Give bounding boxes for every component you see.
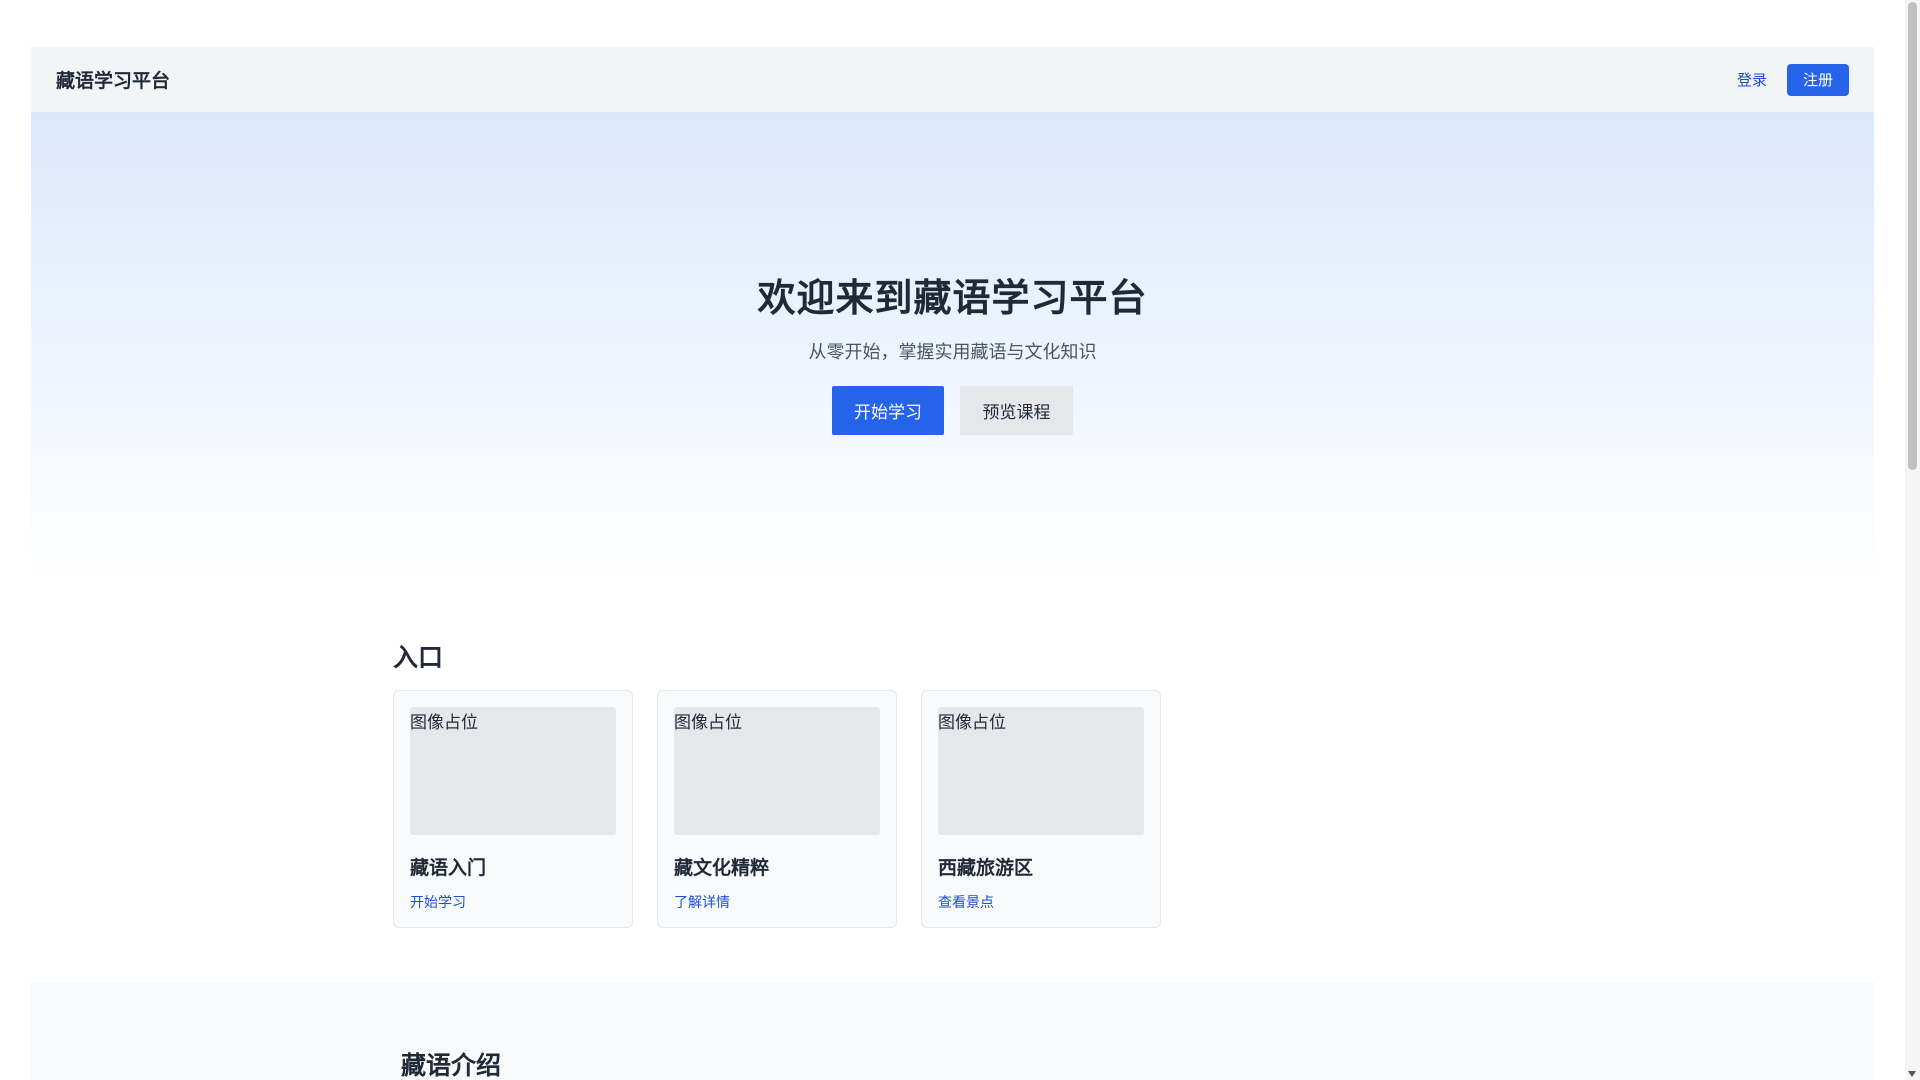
- hero-buttons: 开始学习 预览课程: [832, 386, 1073, 435]
- scroll-down-arrow-icon[interactable]: [1908, 1071, 1916, 1077]
- brand-logo-text[interactable]: 藏语学习平台: [56, 66, 170, 93]
- preview-course-button[interactable]: 预览课程: [960, 386, 1073, 435]
- entry-section-title: 入口: [393, 643, 444, 672]
- hero-title: 欢迎来到藏语学习平台: [757, 276, 1148, 320]
- card-title: 西藏旅游区: [938, 857, 1034, 879]
- card-link-learn-more[interactable]: 了解详情: [674, 892, 730, 912]
- card-title: 藏语入门: [410, 857, 487, 879]
- register-button[interactable]: 注册: [1786, 63, 1849, 96]
- start-learning-button[interactable]: 开始学习: [832, 386, 944, 435]
- entry-card-basics[interactable]: 图像占位 藏语入门 开始学习: [393, 690, 633, 928]
- scrollbar-thumb[interactable]: [1908, 2, 1917, 470]
- entry-card-culture[interactable]: 图像占位 藏文化精粹 了解详情: [657, 690, 897, 928]
- auth-actions: 登录 注册: [1737, 63, 1849, 96]
- entry-section: 入口 图像占位 藏语入门 开始学习 图像占位 藏文化精粹 了解详情 图像占位 西…: [393, 638, 1161, 928]
- hero-subtitle: 从零开始，掌握实用藏语与文化知识: [808, 342, 1097, 363]
- image-placeholder: 图像占位: [410, 707, 616, 835]
- login-link[interactable]: 登录: [1737, 69, 1767, 90]
- top-navbar: 藏语学习平台 登录 注册: [31, 47, 1874, 112]
- entry-cards: 图像占位 藏语入门 开始学习 图像占位 藏文化精粹 了解详情 图像占位 西藏旅游…: [393, 690, 1161, 928]
- image-placeholder: 图像占位: [674, 707, 880, 835]
- hero-section: 欢迎来到藏语学习平台 从零开始，掌握实用藏语与文化知识 开始学习 预览课程: [31, 112, 1874, 582]
- vertical-scrollbar[interactable]: [1905, 0, 1920, 1080]
- entry-card-tourism[interactable]: 图像占位 西藏旅游区 查看景点: [921, 690, 1161, 928]
- card-link-start-learning[interactable]: 开始学习: [410, 892, 466, 912]
- app-frame: 藏语学习平台 登录 注册 欢迎来到藏语学习平台 从零开始，掌握实用藏语与文化知识…: [31, 47, 1874, 582]
- intro-section-title: 藏语介绍: [401, 1051, 502, 1080]
- intro-section: 藏语介绍: [31, 982, 1874, 1080]
- card-title: 藏文化精粹: [674, 857, 770, 879]
- card-link-view-sights[interactable]: 查看景点: [938, 892, 994, 912]
- image-placeholder: 图像占位: [938, 707, 1144, 835]
- page: 藏语学习平台 登录 注册 欢迎来到藏语学习平台 从零开始，掌握实用藏语与文化知识…: [0, 0, 1905, 1080]
